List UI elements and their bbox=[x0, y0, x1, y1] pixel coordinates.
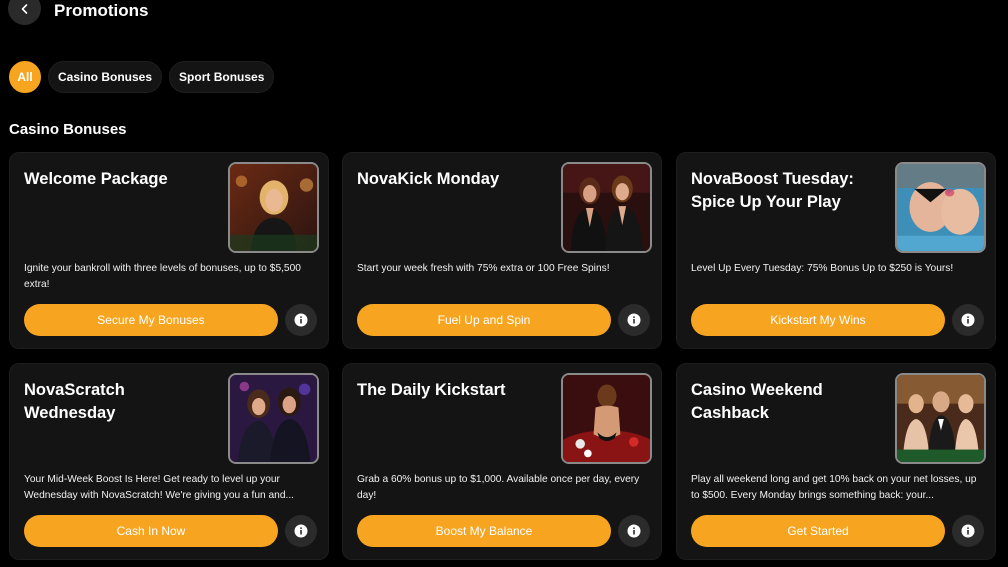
info-icon bbox=[294, 524, 308, 538]
promo-description: Level Up Every Tuesday: 75% Bonus Up to … bbox=[691, 263, 954, 274]
promo-title: NovaScratch Wednesday bbox=[24, 381, 125, 422]
info-icon bbox=[627, 524, 641, 538]
info-button[interactable] bbox=[952, 515, 984, 547]
promo-title: Casino Weekend Cashback bbox=[691, 381, 823, 422]
casino-host-photo bbox=[230, 164, 317, 251]
promo-card-novascratch-wednesday: NovaScratch Wednesday Your Mid-Week Boos… bbox=[9, 363, 329, 560]
promo-image bbox=[228, 162, 319, 253]
filter-tabs: All Casino Bonuses Sport Bonuses bbox=[9, 61, 275, 93]
info-icon bbox=[961, 524, 975, 538]
promo-card-daily-kickstart: The Daily Kickstart Grab a 60% bonus up … bbox=[342, 363, 662, 560]
info-icon bbox=[961, 313, 975, 327]
promo-card-novakick-monday: NovaKick Monday Start your week fresh wi… bbox=[342, 152, 662, 349]
section-title: Casino Bonuses bbox=[9, 121, 127, 138]
kickstart-my-wins-button[interactable]: Kickstart My Wins bbox=[691, 304, 945, 336]
promo-image bbox=[895, 162, 986, 253]
pool-photo bbox=[897, 164, 984, 251]
promo-description: Grab a 60% bonus up to $1,000. Available… bbox=[357, 474, 640, 501]
promo-image bbox=[228, 373, 319, 464]
cash-in-now-button[interactable]: Cash In Now bbox=[24, 515, 278, 547]
info-icon bbox=[627, 313, 641, 327]
chevron-left-icon bbox=[21, 3, 27, 14]
promo-description: Start your week fresh with 75% extra or … bbox=[357, 263, 610, 274]
secure-my-bonuses-button[interactable]: Secure My Bonuses bbox=[24, 304, 278, 336]
party-women-photo bbox=[230, 375, 317, 462]
casino-party-photo bbox=[897, 375, 984, 462]
filter-sport-bonuses[interactable]: Sport Bonuses bbox=[169, 61, 275, 93]
info-button[interactable] bbox=[952, 304, 984, 336]
info-button[interactable] bbox=[618, 515, 650, 547]
two-women-photo bbox=[563, 164, 650, 251]
promo-image bbox=[561, 373, 652, 464]
promo-card-casino-weekend-cashback: Casino Weekend Cashback Play all weekend… bbox=[676, 363, 996, 560]
fuel-up-and-spin-button[interactable]: Fuel Up and Spin bbox=[357, 304, 611, 336]
filter-casino-bonuses[interactable]: Casino Bonuses bbox=[48, 61, 163, 93]
filter-all[interactable]: All bbox=[9, 61, 41, 93]
promo-image bbox=[895, 373, 986, 464]
info-button[interactable] bbox=[618, 304, 650, 336]
promo-description: Play all weekend long and get 10% back o… bbox=[691, 474, 977, 501]
promo-title: Welcome Package bbox=[24, 170, 168, 188]
promo-description: Ignite your bankroll with three levels o… bbox=[24, 263, 301, 290]
promo-card-welcome-package: Welcome Package Ignite your bankroll wit… bbox=[9, 152, 329, 349]
info-button[interactable] bbox=[285, 304, 317, 336]
page-title: Promotions bbox=[54, 1, 149, 20]
promo-title: NovaKick Monday bbox=[357, 170, 500, 188]
boost-my-balance-button[interactable]: Boost My Balance bbox=[357, 515, 611, 547]
info-button[interactable] bbox=[285, 515, 317, 547]
promo-title: The Daily Kickstart bbox=[357, 381, 506, 399]
back-button[interactable] bbox=[8, 0, 41, 25]
get-started-button[interactable]: Get Started bbox=[691, 515, 945, 547]
promo-image bbox=[561, 162, 652, 253]
promo-title: NovaBoost Tuesday: Spice Up Your Play bbox=[691, 170, 854, 211]
poker-table-photo bbox=[563, 375, 650, 462]
promo-card-novaboost-tuesday: NovaBoost Tuesday: Spice Up Your Play Le… bbox=[676, 152, 996, 349]
promo-description: Your Mid-Week Boost Is Here! Get ready t… bbox=[24, 474, 294, 501]
info-icon bbox=[294, 313, 308, 327]
